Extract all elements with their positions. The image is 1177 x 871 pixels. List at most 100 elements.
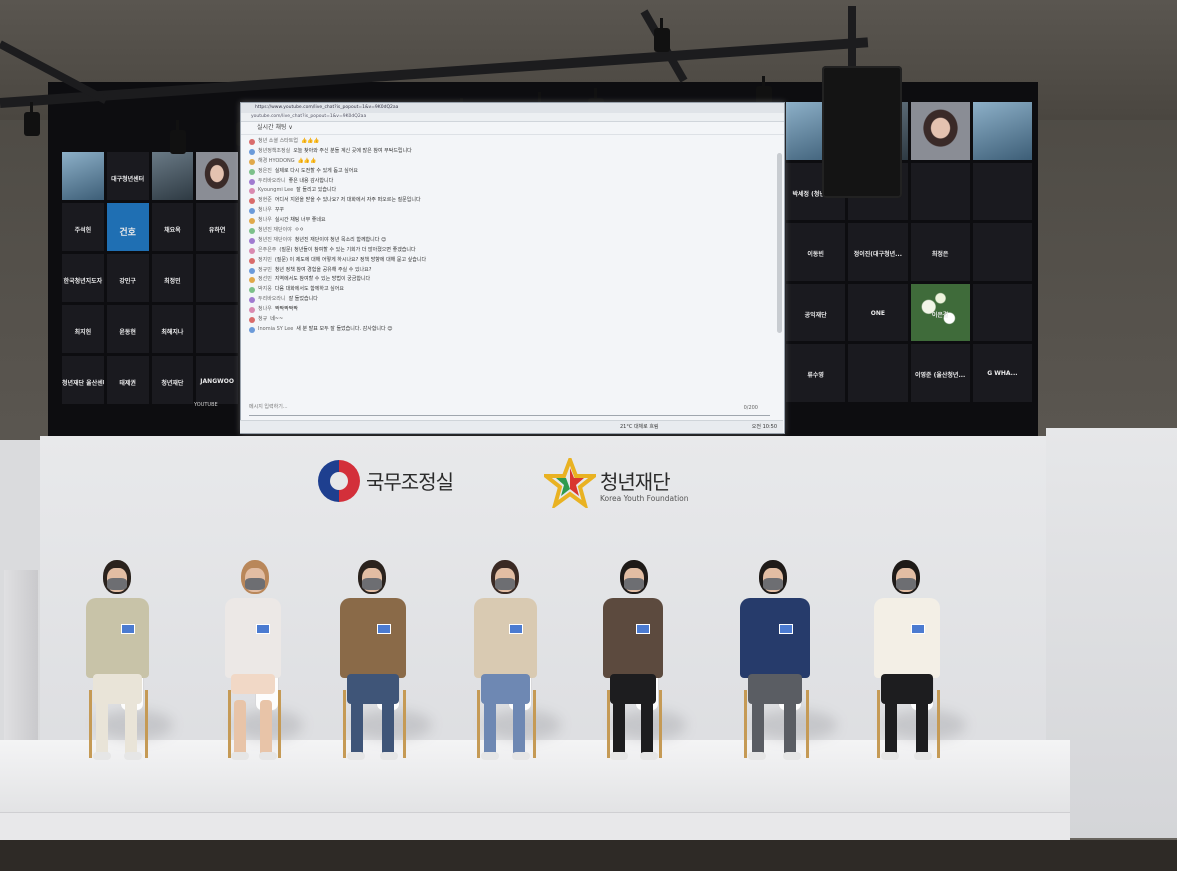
video-tile: 최지헌	[62, 305, 104, 353]
chat-header: 실시간 채팅 ∨	[241, 122, 784, 135]
chat-text: 잘 들었습니다	[288, 296, 318, 303]
video-tile	[910, 102, 970, 160]
avatar-icon	[249, 158, 255, 165]
avatar-icon	[249, 138, 255, 145]
participant-name: 공익재단	[804, 311, 827, 319]
participant-name: 태제권	[119, 379, 136, 387]
chat-author: 청년정책조정실	[258, 147, 291, 154]
participant-name: 주석헌	[74, 226, 92, 234]
avatar-icon	[249, 168, 255, 175]
video-tile	[972, 283, 1032, 342]
chat-text: 청년 정책 참여 경험을 공유해 주실 수 있나요?	[274, 266, 372, 273]
chat-author: 청나우	[258, 207, 272, 214]
address-bar: youtube.com/live_chat?is_popout=1&v=9K0d…	[241, 113, 784, 122]
stage-light	[170, 120, 186, 154]
participant-name: 최정민	[164, 277, 181, 285]
chat-author: 정선민	[258, 276, 272, 283]
char-counter: 0/200	[743, 405, 758, 411]
avatar-icon	[249, 316, 255, 323]
stage-light	[24, 102, 40, 136]
chat-text: (질문) 이 제도에 대해 어떻게 하시나요? 정책 방향에 대해 묻고 싶습니…	[274, 256, 427, 263]
video-tile: 유하연	[196, 203, 238, 251]
avatar-icon	[249, 326, 255, 333]
podium	[4, 570, 38, 750]
participant-name: ONE	[870, 309, 885, 317]
participant-name: 한국청년지도자	[63, 277, 103, 285]
participant-name: 이동빈	[807, 251, 824, 259]
foundation-logo-text: 청년재단	[600, 470, 671, 494]
video-tile: 이동빈	[786, 223, 846, 281]
chat-message: 청년정책조정실 오늘 찾아와 주신 분들 계신 곳에 많은 참여 부탁드립니다	[249, 147, 770, 157]
participant-name: 강민구	[119, 277, 136, 285]
chat-author: 박지웅	[258, 286, 272, 293]
stage-light	[654, 18, 670, 52]
chat-author: 청년진 재단이야	[258, 236, 292, 243]
avatar-icon	[249, 218, 255, 225]
live-chat-window: https://www.youtube.com/live_chat?is_pop…	[240, 102, 785, 434]
browser-title-bar: https://www.youtube.com/live_chat?is_pop…	[241, 103, 784, 113]
avatar-icon	[249, 247, 255, 254]
chat-message: 정은진 실제로 다시 도전할 수 있게 돕고 싶어요	[249, 167, 770, 177]
avatar-icon	[249, 178, 255, 185]
video-tile: 윤동현	[106, 305, 149, 353]
chat-author: Kyoungmi Lee	[258, 187, 294, 194]
video-tile: 이영준 (울산청년...	[910, 344, 970, 402]
chat-message: 해경 HYODONG 👍👍👍	[249, 157, 770, 167]
scrollbar	[777, 153, 782, 333]
taskbar-weather: 21°C 대체로 흐림	[620, 424, 659, 430]
avatar-icon	[249, 277, 255, 284]
video-tile	[848, 344, 908, 402]
avatar-icon	[249, 237, 255, 244]
video-tile: 정이진(대구청년...	[848, 223, 908, 281]
chat-message: 정지민 (질문) 이 제도에 대해 어떻게 하시나요? 정책 방향에 대해 묻고 …	[249, 256, 770, 266]
participant-name: 최해지나	[161, 328, 184, 336]
chat-message: 정현준 어디서 지원을 받을 수 있나요? 저 대화에서 자주 떠오르는 질문입니…	[249, 196, 770, 206]
avatar-icon	[249, 198, 255, 205]
video-tile: ONE	[848, 283, 908, 342]
participant-name: 대구청년센터	[111, 175, 145, 183]
pa-speaker	[822, 66, 902, 198]
avatar-icon	[249, 297, 255, 304]
participant-name: 윤동현	[119, 328, 136, 336]
chat-message: 은주은주 (질문) 청년들이 참여할 수 있는 기회가 더 많아졌으면 좋겠습니다	[249, 246, 770, 256]
participant-name: 이은결	[931, 311, 949, 319]
participant-name: 최지헌	[74, 328, 92, 336]
video-tile: 태제권	[106, 356, 149, 404]
chat-text: 실제로 다시 도전할 수 있게 돕고 싶어요	[274, 167, 358, 174]
chat-author: 두리바오라니	[258, 177, 286, 184]
video-tile: 강민구	[106, 254, 149, 302]
participant-name: 류수영	[807, 372, 824, 380]
video-tile	[910, 162, 970, 221]
video-tile: 주석헌	[62, 203, 104, 251]
chat-author: 은주은주	[258, 246, 277, 253]
chat-message: Kyoungmi Lee 잘 들리고 있습니다	[249, 186, 770, 196]
chat-text: 꾸꾸	[274, 207, 285, 214]
video-tile: 청년재단 울산센터	[62, 356, 104, 404]
chat-message: 정선민 지역에서도 참여할 수 있는 방법이 궁금합니다	[249, 275, 770, 285]
participant-name: 이영준 (울산청년...	[914, 372, 966, 380]
chat-author: 청규	[258, 316, 268, 323]
foundation-star-logo-icon	[544, 458, 596, 508]
video-tile: 대구청년센터	[106, 152, 149, 200]
taskbar-clock: 오전 10:50	[751, 424, 777, 430]
chat-message: 박지웅 다음 대화에서도 함께하고 싶어요	[249, 285, 770, 295]
video-tile: 한국청년지도자	[62, 254, 104, 302]
government-emblem-icon	[318, 460, 360, 502]
chat-author: Inomia SY Lee	[258, 325, 294, 332]
participant-name: 유하연	[208, 226, 226, 234]
chat-message: 청나우 짝짝짝짝짝	[249, 305, 770, 315]
chat-author: 해경 HYODONG	[258, 157, 295, 164]
chat-author: 정지민	[258, 256, 272, 263]
video-tile	[62, 152, 104, 200]
video-tile: 이은결	[910, 283, 970, 342]
video-tile: 청년재단	[151, 356, 194, 404]
chat-message: 청년진 재단이야 ㅇㅇ	[249, 226, 770, 236]
chat-author: 정은진	[258, 167, 272, 174]
chat-text: ㅇㅇ	[294, 227, 304, 234]
video-tile	[196, 254, 238, 302]
chat-message: 두리바오라니 잘 들었습니다	[249, 295, 770, 305]
video-tile	[972, 223, 1032, 281]
chat-message: 청년진 재단이야 청년진 재단이야 청년 목소리 함께합니다 😊	[249, 236, 770, 246]
video-tile	[972, 162, 1032, 221]
chat-text: (질문) 청년들이 참여할 수 있는 기회가 더 많아졌으면 좋겠습니다	[279, 246, 416, 253]
